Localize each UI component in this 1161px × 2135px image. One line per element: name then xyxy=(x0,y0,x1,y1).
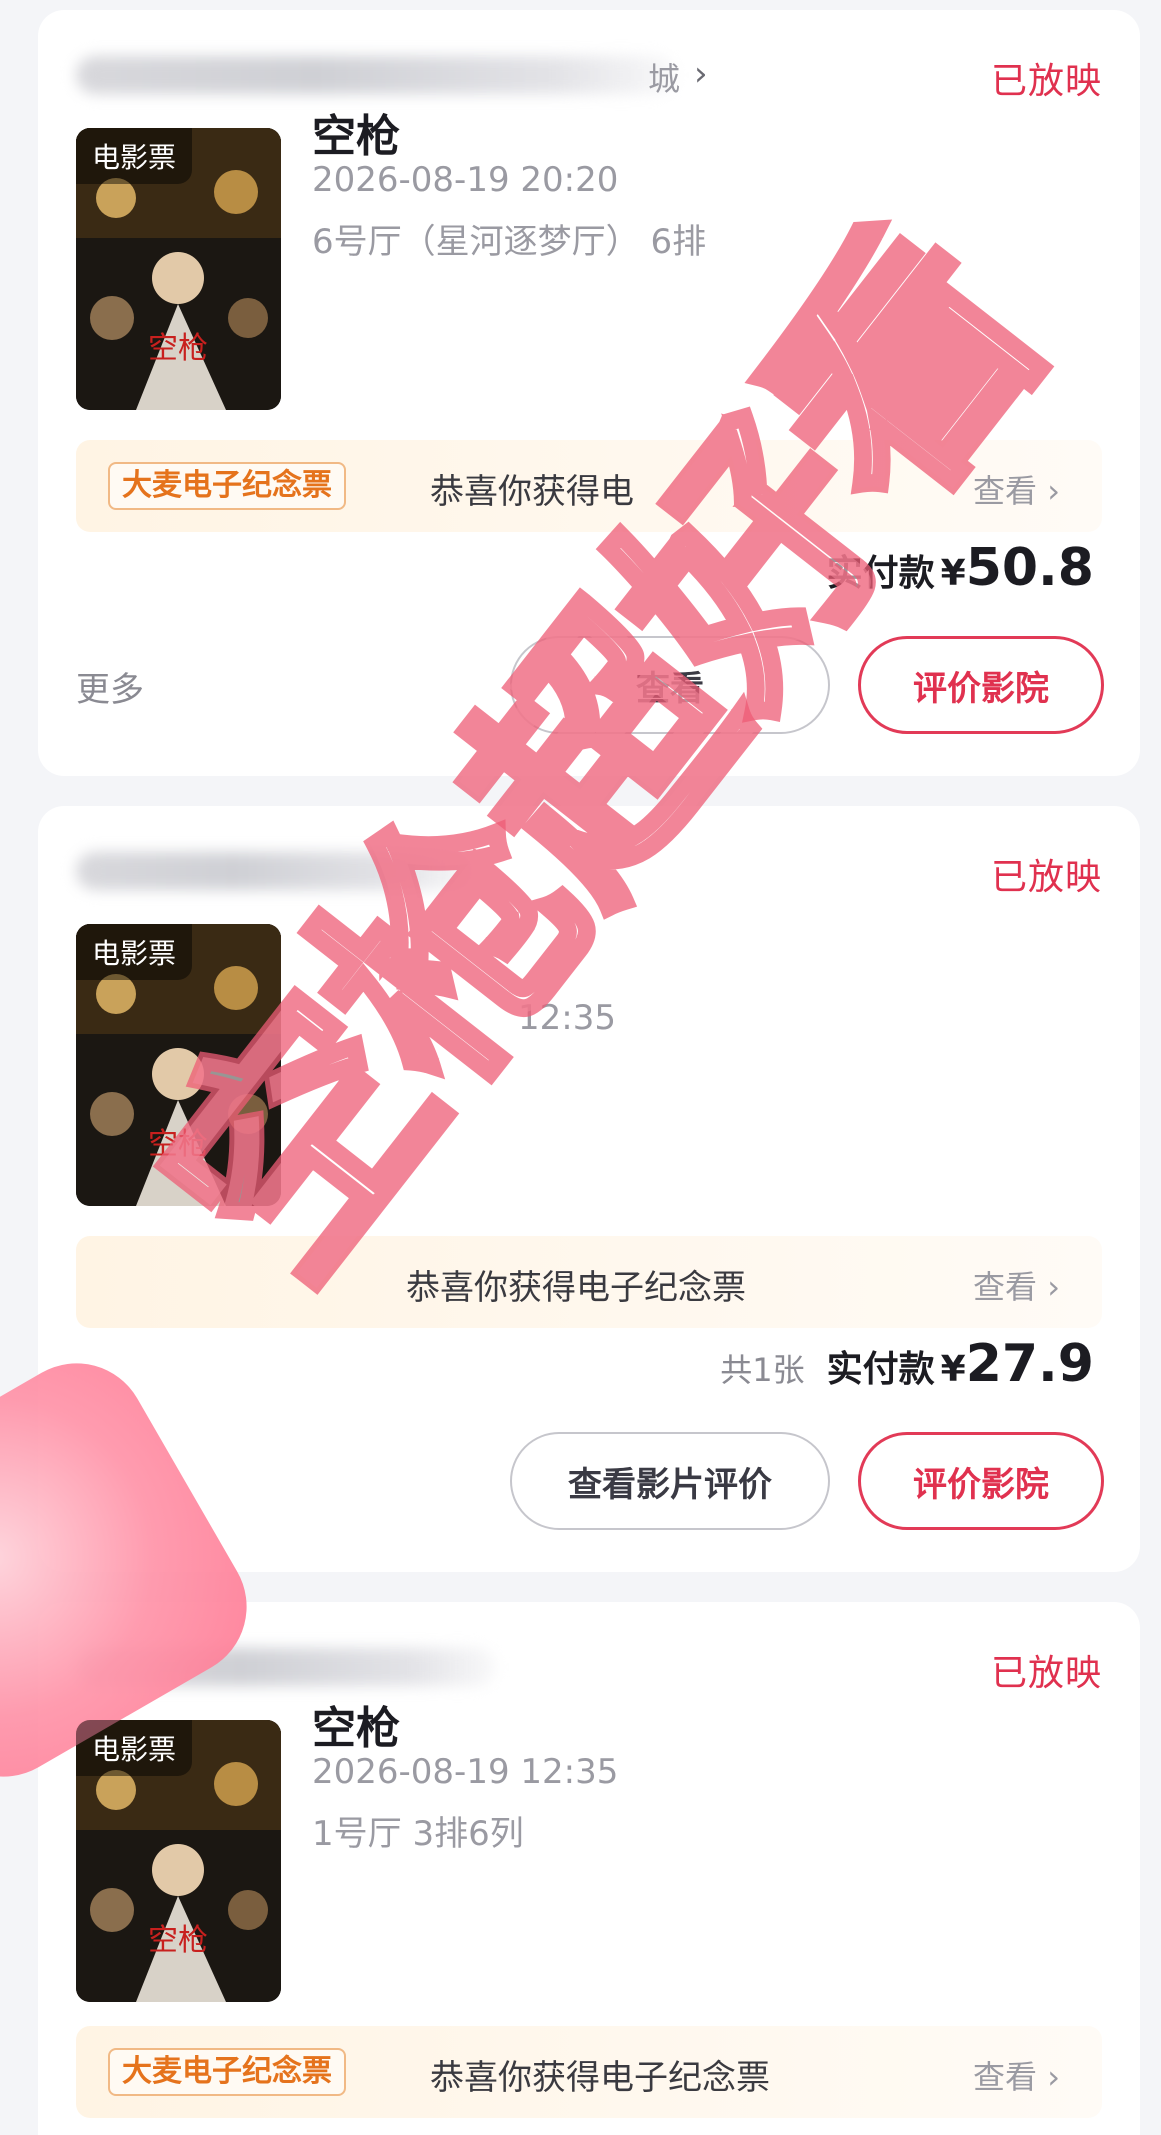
chevron-right-icon[interactable]: › xyxy=(694,54,708,94)
pay-label: 实付款 xyxy=(826,1349,935,1390)
souvenir-view-link[interactable]: 查看 › xyxy=(973,1262,1060,1308)
review-movie-button[interactable]: 查看影片评价 xyxy=(510,1432,830,1530)
souvenir-text: 恭喜你获得电子纪念票 xyxy=(406,1268,746,1308)
chevron-right-icon: › xyxy=(1047,1268,1060,1306)
movie-poster[interactable]: 电影票 空枪 xyxy=(76,1720,281,2002)
souvenir-badge: 大麦电子纪念票 xyxy=(108,462,346,510)
svg-text:空枪: 空枪 xyxy=(148,331,208,366)
souvenir-view-link[interactable]: 查看 › xyxy=(973,2052,1060,2098)
order-header: 已放映 xyxy=(76,844,1102,904)
poster-tag: 电影票 xyxy=(76,128,193,184)
currency-symbol: ¥ xyxy=(940,1349,966,1390)
show-datetime: 2026-08-19 12:35 xyxy=(312,1752,619,1792)
souvenir-text: 恭喜你获得电子纪念票 xyxy=(430,2058,770,2098)
review-movie-button[interactable]: 查看 xyxy=(510,636,830,734)
souvenir-ticket-bar[interactable]: 恭喜你获得电子纪念票 查看 › xyxy=(76,1236,1102,1328)
order-header: 已放映 xyxy=(76,1640,1102,1700)
souvenir-view-label: 查看 xyxy=(973,1268,1038,1306)
currency-symbol: ¥ xyxy=(940,553,966,594)
chevron-right-icon: › xyxy=(1047,472,1060,510)
cinema-name-blurred xyxy=(76,852,476,890)
review-cinema-button[interactable]: 评价影院 xyxy=(858,1432,1104,1530)
price-row: 实付款 ¥ 50.8 xyxy=(805,538,1094,598)
souvenir-view-label: 查看 xyxy=(973,472,1038,510)
cinema-name-suffix: 城 xyxy=(648,60,681,98)
souvenir-text: 恭喜你获得电 xyxy=(430,472,634,512)
seat-info: 1号厅 3排6列 xyxy=(312,1814,524,1854)
review-cinema-button[interactable]: 评价影院 xyxy=(858,636,1104,734)
souvenir-view-label: 查看 xyxy=(973,2058,1038,2096)
svg-text:空枪: 空枪 xyxy=(148,1127,208,1162)
cinema-name-blurred xyxy=(76,1648,496,1686)
pay-amount: 50.8 xyxy=(965,538,1094,598)
pay-label: 实付款 xyxy=(826,553,935,594)
movie-title: 空枪 xyxy=(312,111,400,162)
order-card[interactable]: 已放映 电影票 空枪 空枪 2026-08-19 12:35 1号厅 3排6列 … xyxy=(38,1602,1140,2135)
movie-poster[interactable]: 电影票 空枪 xyxy=(76,924,281,1206)
price-row: 共1张 实付款 ¥ 27.9 xyxy=(720,1334,1094,1394)
ticket-quantity: 共1张 xyxy=(720,1351,805,1389)
pay-amount: 27.9 xyxy=(965,1334,1094,1394)
poster-tag: 电影票 xyxy=(76,1720,193,1776)
order-card[interactable]: 城 › 已放映 电影票 空枪 空枪 2026-08-19 20:20 6号厅（星… xyxy=(38,10,1140,776)
souvenir-ticket-bar[interactable]: 大麦电子纪念票 恭喜你获得电子纪念票 查看 › xyxy=(76,2026,1102,2118)
order-status: 已放映 xyxy=(990,1653,1102,1694)
cinema-name-blurred xyxy=(76,56,676,94)
poster-tag: 电影票 xyxy=(76,924,193,980)
seat-info: 6号厅（星河逐梦厅） 6排 xyxy=(312,222,707,262)
souvenir-ticket-bar[interactable]: 大麦电子纪念票 恭喜你获得电 查看 › xyxy=(76,440,1102,532)
order-status: 已放映 xyxy=(990,61,1102,102)
show-datetime: 2026-08-19 20:20 xyxy=(312,160,619,200)
show-datetime: 12:35 xyxy=(518,998,616,1038)
svg-text:空枪: 空枪 xyxy=(148,1923,208,1958)
movie-poster[interactable]: 电影票 空枪 xyxy=(76,128,281,410)
order-list-page: 城 › 已放映 电影票 空枪 空枪 2026-08-19 20:20 6号厅（星… xyxy=(0,0,1161,2135)
movie-title: 空枪 xyxy=(312,1703,400,1754)
souvenir-badge: 大麦电子纪念票 xyxy=(108,2048,346,2096)
order-status: 已放映 xyxy=(990,857,1102,898)
souvenir-view-link[interactable]: 查看 › xyxy=(973,466,1060,512)
order-card[interactable]: 已放映 电影票 空枪 12:35 恭喜你获得电子纪念票 查看 › 共1张 实付款… xyxy=(38,806,1140,1572)
order-header: 城 › 已放映 xyxy=(76,48,1102,108)
more-link[interactable]: 更多 xyxy=(76,662,144,711)
chevron-right-icon: › xyxy=(1047,2058,1060,2096)
